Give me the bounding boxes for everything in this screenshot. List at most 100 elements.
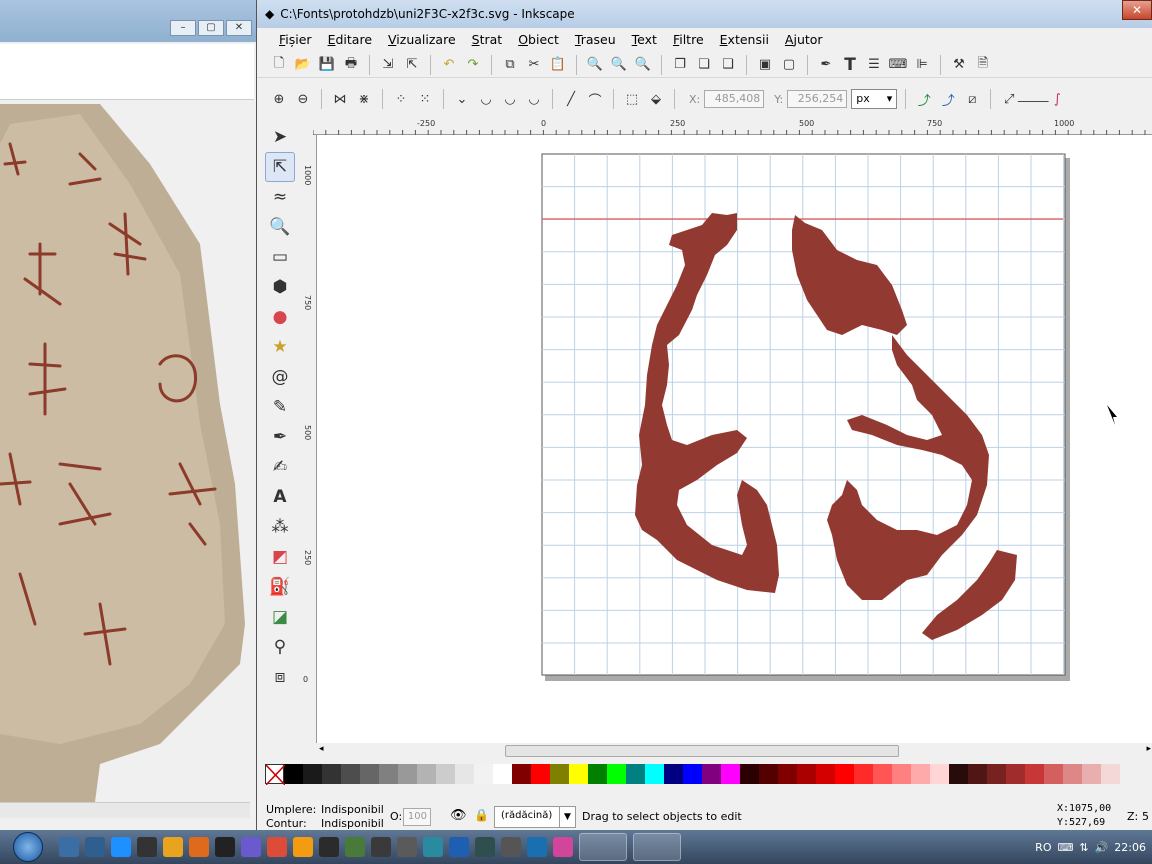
spray-tool-icon[interactable]: ⁂ <box>265 512 295 542</box>
color-swatch[interactable] <box>626 764 645 784</box>
firefox-icon[interactable] <box>189 837 209 857</box>
stroke-value[interactable]: Indisponibil <box>321 817 384 830</box>
color-swatch[interactable] <box>778 764 797 784</box>
scrollbar-thumb[interactable] <box>505 745 899 757</box>
color-swatch[interactable] <box>455 764 474 784</box>
fill-value[interactable]: Indisponibil <box>321 803 384 816</box>
taskbar-task-inkscape[interactable] <box>579 833 627 861</box>
chrome-icon[interactable] <box>267 837 287 857</box>
php-icon[interactable] <box>241 837 261 857</box>
color-swatch[interactable] <box>531 764 550 784</box>
unit-select[interactable]: px ▾ <box>851 89 898 109</box>
color-swatch[interactable] <box>987 764 1006 784</box>
insert-node-icon[interactable]: ⊕ <box>269 89 289 109</box>
color-swatch[interactable] <box>417 764 436 784</box>
visibility-eye-icon[interactable]: 👁 <box>450 808 467 823</box>
close-button[interactable]: ✕ <box>1122 0 1152 20</box>
x-field[interactable]: 485,408 <box>704 90 765 108</box>
background-window[interactable]: – ▢ ✕ <box>0 0 262 830</box>
dropper-tool-icon[interactable]: ⚲ <box>265 632 295 662</box>
pink-icon[interactable] <box>553 837 573 857</box>
menu-extensions[interactable]: Extensii <box>712 32 777 47</box>
media-icon[interactable] <box>163 837 183 857</box>
group-icon[interactable]: ▣ <box>755 55 775 75</box>
save-icon[interactable]: 💾 <box>317 55 337 75</box>
undo-icon[interactable]: ↶ <box>439 55 459 75</box>
redo-icon[interactable]: ↷ <box>463 55 483 75</box>
text-tool-icon[interactable]: A <box>265 482 295 512</box>
color-swatch[interactable] <box>721 764 740 784</box>
color-swatch[interactable] <box>873 764 892 784</box>
show-handles-icon[interactable]: ⤴ <box>914 89 934 109</box>
color-swatch[interactable] <box>360 764 379 784</box>
color-swatch[interactable] <box>759 764 778 784</box>
color-swatch[interactable] <box>1082 764 1101 784</box>
object-to-path-icon[interactable]: ⬚ <box>622 89 642 109</box>
color-swatch[interactable] <box>740 764 759 784</box>
color-swatch[interactable] <box>1101 764 1120 784</box>
lock-icon[interactable]: 🔒 <box>474 808 489 822</box>
paint-bucket-tool-icon[interactable]: ⛽ <box>265 572 295 602</box>
smooth-node-icon[interactable]: ◡ <box>476 89 496 109</box>
game-icon[interactable] <box>319 837 339 857</box>
color-swatch[interactable] <box>645 764 664 784</box>
align-icon[interactable]: ⊫ <box>912 55 932 75</box>
layer-select[interactable]: (rădăcină) ▼ <box>494 806 576 828</box>
monitor-icon[interactable] <box>527 837 547 857</box>
clock[interactable]: 22:06 <box>1114 841 1146 854</box>
spiral-tool-icon[interactable]: @ <box>265 362 295 392</box>
y-field[interactable]: 256,254 <box>787 90 848 108</box>
color-swatch[interactable] <box>284 764 303 784</box>
segment-curve-icon[interactable]: ⌒ <box>585 89 605 109</box>
copy-icon[interactable]: ⧉ <box>500 55 520 75</box>
connector-tool-icon[interactable]: ⧈ <box>265 662 295 692</box>
clone-icon[interactable]: ❏ <box>694 55 714 75</box>
print-icon[interactable]: 🖶 <box>341 55 361 75</box>
color-swatch[interactable] <box>303 764 322 784</box>
bg-maximize-button[interactable]: ▢ <box>198 20 224 36</box>
3d-box-tool-icon[interactable]: ⬢ <box>265 272 295 302</box>
export-icon[interactable]: ⇱ <box>402 55 422 75</box>
drawing-canvas[interactable] <box>317 135 1152 743</box>
zoom-page-icon[interactable]: 🔍 <box>633 55 653 75</box>
no-paint-swatch[interactable] <box>265 764 285 785</box>
scroll-right-icon[interactable]: ▸ <box>1146 744 1151 754</box>
pencil-tool-icon[interactable]: ✎ <box>265 392 295 422</box>
orb-icon[interactable] <box>293 837 313 857</box>
show-clip-icon[interactable]: ⧄ <box>962 89 982 109</box>
show-path-outline-icon[interactable]: ⤴ <box>938 89 958 109</box>
document-properties-icon[interactable]: 🗎 <box>973 55 993 75</box>
color-swatch[interactable] <box>892 764 911 784</box>
color-swatch[interactable] <box>1063 764 1082 784</box>
symmetric-node-icon[interactable]: ◡ <box>500 89 520 109</box>
color-swatch[interactable] <box>550 764 569 784</box>
new-document-icon[interactable]: 🗋 <box>269 55 289 75</box>
menu-view[interactable]: Vizualizare <box>380 32 464 47</box>
color-swatch[interactable] <box>1044 764 1063 784</box>
color-swatch[interactable] <box>436 764 455 784</box>
color-swatch[interactable] <box>797 764 816 784</box>
zoom-tool-icon[interactable]: 🔍 <box>265 212 295 242</box>
duplicate-icon[interactable]: ❐ <box>670 55 690 75</box>
node-tool-icon[interactable]: ⇱ <box>265 152 295 182</box>
menu-file[interactable]: Fișier <box>271 32 320 47</box>
color-swatch[interactable] <box>664 764 683 784</box>
color-swatch[interactable] <box>816 764 835 784</box>
rectangle-tool-icon[interactable]: ▭ <box>265 242 295 272</box>
menu-path[interactable]: Traseu <box>567 32 624 47</box>
start-button[interactable] <box>0 830 56 864</box>
menu-layer[interactable]: Strat <box>464 32 511 47</box>
color-swatch[interactable] <box>379 764 398 784</box>
tweak-tool-icon[interactable]: ≈ <box>265 182 295 212</box>
zoom-drawing-icon[interactable]: 🔍 <box>609 55 629 75</box>
color-swatch[interactable] <box>835 764 854 784</box>
bg-close-button[interactable]: ✕ <box>226 20 252 36</box>
box-icon[interactable] <box>475 837 495 857</box>
unlink-clone-icon[interactable]: ❑ <box>718 55 738 75</box>
save-icon[interactable] <box>137 837 157 857</box>
break-path-icon[interactable]: ⋇ <box>354 89 374 109</box>
star-tool-icon[interactable]: ★ <box>265 332 295 362</box>
opacity-field[interactable]: 100 <box>403 808 431 826</box>
calligraphy-tool-icon[interactable]: ✍ <box>265 452 295 482</box>
join-nodes-icon[interactable]: ⋈ <box>330 89 350 109</box>
